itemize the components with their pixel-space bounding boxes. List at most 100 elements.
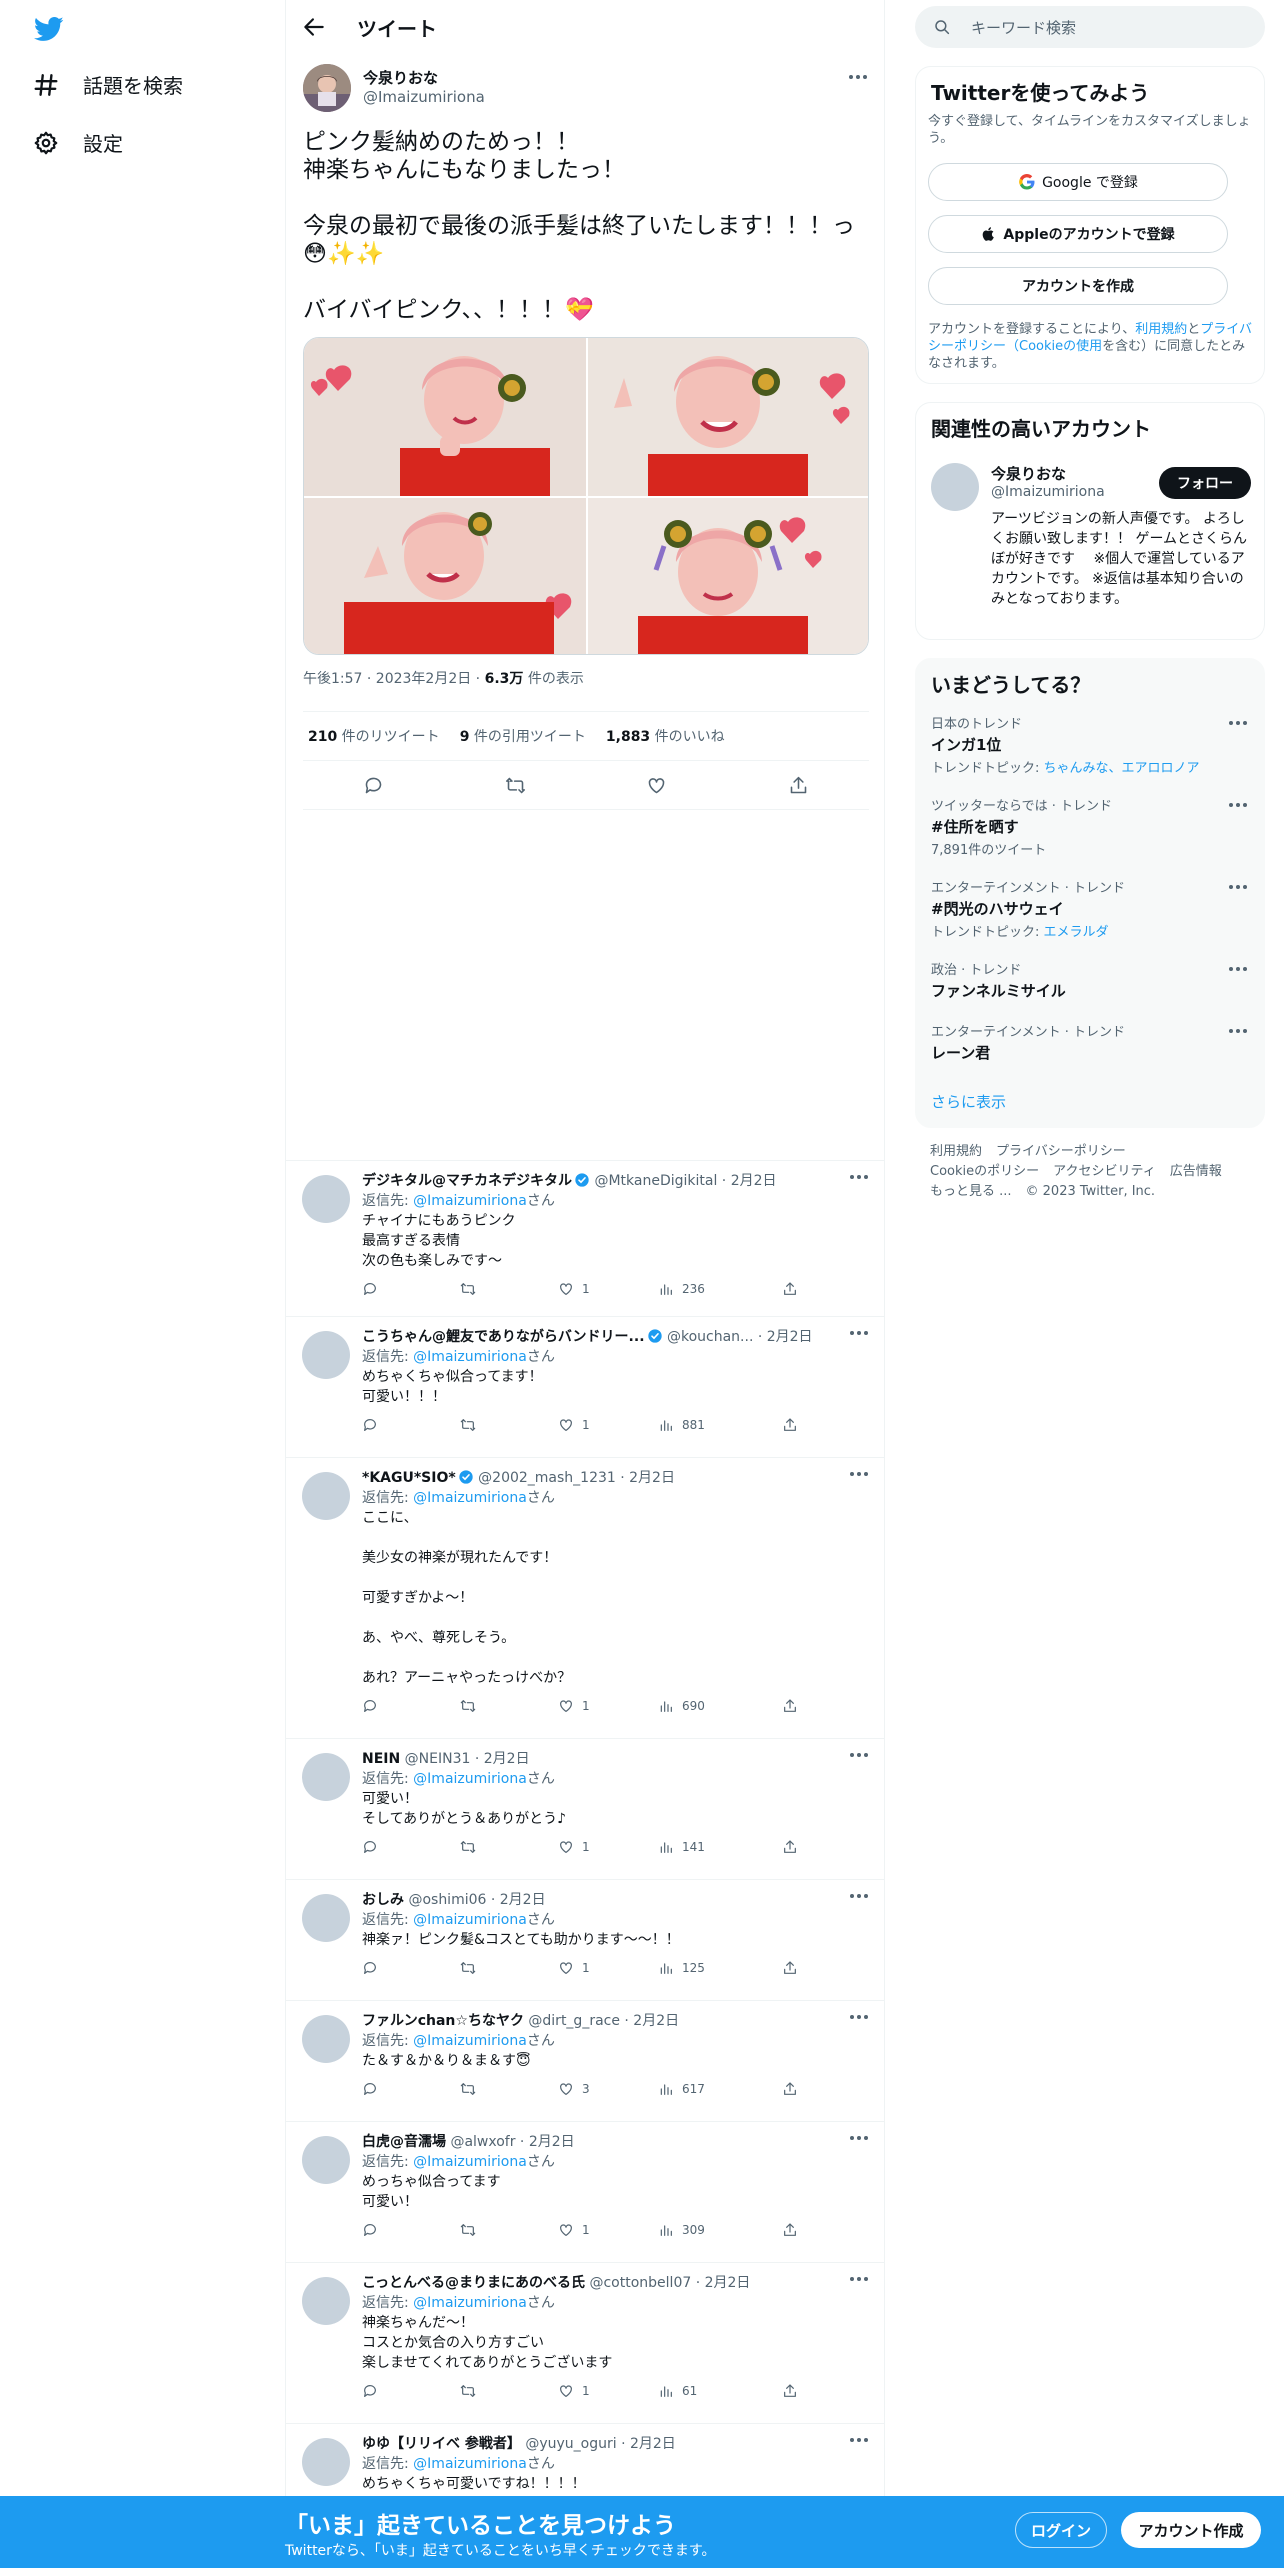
reply-like-button[interactable]: 1 [558,1417,658,1433]
reply-author-name[interactable]: こうちゃん@鯉友でありながらバンドリー... [362,1329,645,1345]
reply-reply-button[interactable] [362,1281,460,1297]
tweet-photo[interactable] [588,338,868,496]
reply-to-handle[interactable]: @Imaizumiriona [413,1912,527,1928]
nav-settings[interactable]: 設定 [33,128,123,157]
reply-handle[interactable]: @2002_mash_1231 · 2月2日 [478,1470,675,1486]
reply-author-name[interactable]: ゆゆ【リリイベ 参戦者】 [362,2436,521,2452]
reply-to-handle[interactable]: @Imaizumiriona [413,2154,527,2170]
tweet-photo[interactable] [304,338,586,496]
follow-button[interactable]: フォロー [1159,467,1251,499]
trend-sub-links[interactable]: エメラルダ [1044,925,1109,940]
tweet-time[interactable]: 午後1:57 · 2023年2月2日 · [303,671,485,687]
more-icon[interactable] [1229,1029,1249,1035]
reply-author-name[interactable]: こっとんべる@まりまにあのべる氏 [362,2275,585,2291]
reply-reply-button[interactable] [362,1417,460,1433]
footer-accessibility[interactable]: アクセシビリティ [1053,1164,1156,1179]
reply-to-handle[interactable]: @Imaizumiriona [413,1490,527,1506]
reply-share-button[interactable] [782,1698,798,1714]
reply-author-name[interactable]: *KAGU*SIO* [362,1470,456,1486]
reply-reply-button[interactable] [362,2383,460,2399]
more-icon[interactable] [1229,967,1249,973]
author-handle[interactable]: @Imaizumiriona [363,88,485,106]
cookie-link[interactable]: Cookieの使用 [1019,339,1102,354]
reply-share-button[interactable] [782,2383,798,2399]
reply-to-handle[interactable]: @Imaizumiriona [413,2456,527,2472]
nav-explore[interactable]: 話題を検索 [33,70,183,99]
login-button[interactable]: ログイン [1015,2512,1107,2548]
reply-tweet[interactable]: NEIN @NEIN31 · 2月2日 返信先: @Imaizumirionaさん… [286,1738,884,1879]
retweets-stat[interactable]: 210 件のリツイート [308,726,440,746]
reply-tweet[interactable]: こっとんべる@まりまにあのべる氏 @cottonbell07 · 2月2日 返信先… [286,2262,884,2423]
search-box[interactable]: キーワード検索 [915,6,1265,48]
retweet-icon[interactable] [505,775,526,796]
reply-avatar[interactable] [302,2438,350,2486]
reply-author-name[interactable]: おしみ [362,1892,404,1908]
like-icon[interactable] [646,775,667,796]
reply-tweet[interactable]: デジキタル@マチカネデジキタル @MtkaneDigikital · 2月2日返… [286,1160,884,1316]
reply-avatar[interactable] [302,1331,350,1379]
reply-tweet[interactable]: こうちゃん@鯉友でありながらバンドリー... @kouchan... · 2月2… [286,1316,884,1457]
reply-tweet[interactable]: *KAGU*SIO* @2002_mash_1231 · 2月2日 返信先: @I… [286,1457,884,1738]
reply-views[interactable]: 61 [658,2383,782,2399]
trend-item[interactable]: ツイッターならでは · トレンド #住所を晒す 7,891件のツイート [931,795,1251,858]
reply-like-button[interactable]: 1 [558,1839,658,1855]
more-icon[interactable] [1229,721,1249,727]
reply-retweet-button[interactable] [460,1281,558,1297]
twitter-bird-icon[interactable] [32,14,66,44]
reply-to-handle[interactable]: @Imaizumiriona [413,1349,527,1365]
reply-retweet-button[interactable] [460,2081,558,2097]
reply-author-name[interactable]: 白虎@音濡場 [362,2134,446,2150]
reply-share-button[interactable] [782,1417,798,1433]
reply-handle[interactable]: @yuyu_oguri · 2月2日 [525,2436,675,2452]
trend-item[interactable]: エンターテインメント · トレンド #閃光のハサウェイ トレンドトピック: エメラル… [931,877,1251,940]
google-signup-button[interactable]: Google で登録 [928,163,1228,201]
terms-link[interactable]: 利用規約 [1135,322,1187,337]
reply-handle[interactable]: @MtkaneDigikital · 2月2日 [594,1173,776,1189]
reply-views[interactable]: 690 [658,1698,782,1714]
author-avatar[interactable] [303,64,351,112]
reply-to-handle[interactable]: @Imaizumiriona [413,1771,527,1787]
show-more-link[interactable]: さらに表示 [931,1091,1006,1112]
reply-avatar[interactable] [302,1894,350,1942]
related-name[interactable]: 今泉りおな [991,463,1066,484]
reply-handle[interactable]: @dirt_g_race · 2月2日 [528,2013,679,2029]
reply-to-handle[interactable]: @Imaizumiriona [413,2295,527,2311]
related-handle[interactable]: @Imaizumiriona [991,484,1105,500]
reply-views[interactable]: 125 [658,1960,782,1976]
reply-avatar[interactable] [302,2136,350,2184]
reply-reply-button[interactable] [362,1839,460,1855]
more-icon[interactable] [1229,803,1249,809]
reply-reply-button[interactable] [362,2081,460,2097]
reply-author-name[interactable]: NEIN [362,1751,400,1767]
reply-tweet[interactable]: おしみ @oshimi06 · 2月2日 返信先: @Imaizumirionaさ… [286,1879,884,2000]
reply-share-button[interactable] [782,2081,798,2097]
reply-to-handle[interactable]: @Imaizumiriona [413,2033,527,2049]
reply-retweet-button[interactable] [460,1960,558,1976]
reply-views[interactable]: 881 [658,1417,782,1433]
reply-share-button[interactable] [782,1960,798,1976]
more-icon[interactable] [1229,885,1249,891]
more-icon[interactable] [849,75,869,81]
reply-share-button[interactable] [782,1281,798,1297]
reply-reply-button[interactable] [362,2222,460,2238]
create-account-button[interactable]: アカウントを作成 [928,267,1228,305]
reply-like-button[interactable]: 3 [558,2081,658,2097]
reply-like-button[interactable]: 1 [558,1281,658,1297]
signup-button[interactable]: アカウント作成 [1121,2512,1261,2548]
reply-avatar[interactable] [302,1753,350,1801]
footer-ads[interactable]: 広告情報 [1170,1164,1222,1179]
reply-author-name[interactable]: ファルンchan☆ちなヤク [362,2013,524,2029]
reply-share-button[interactable] [782,2222,798,2238]
tweet-photo[interactable] [304,498,586,654]
reply-avatar[interactable] [302,1175,350,1223]
reply-handle[interactable]: @cottonbell07 · 2月2日 [589,2275,750,2291]
reply-handle[interactable]: @NEIN31 · 2月2日 [405,1751,530,1767]
reply-avatar[interactable] [302,2277,350,2325]
reply-views[interactable]: 141 [658,1839,782,1855]
footer-terms[interactable]: 利用規約 [930,1144,982,1159]
reply-retweet-button[interactable] [460,1417,558,1433]
share-icon[interactable] [788,775,809,796]
trend-item[interactable]: 政治 · トレンド ファンネルミサイル [931,959,1251,1001]
reply-share-button[interactable] [782,1839,798,1855]
footer-more[interactable]: もっと見る ... [930,1184,1012,1199]
